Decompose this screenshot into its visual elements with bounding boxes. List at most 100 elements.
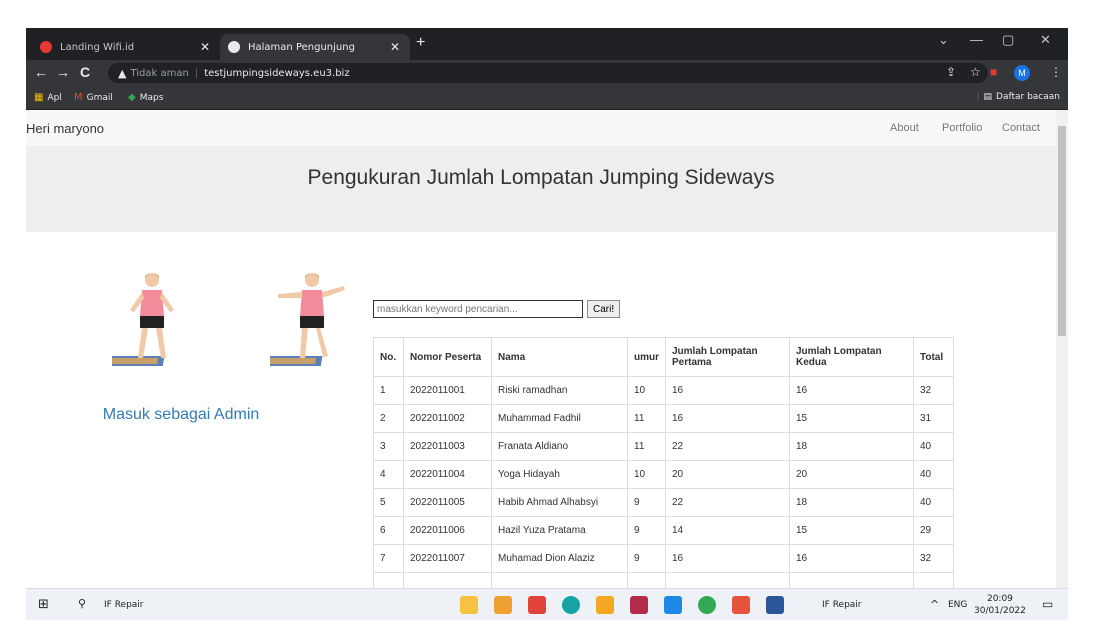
app-icon-maroon[interactable] — [630, 596, 648, 614]
cell-lompatan-pertama: 16 — [665, 544, 790, 573]
cell-nomor-peserta: 2022011004 — [403, 460, 492, 489]
cell-lompatan-pertama: 22 — [665, 432, 790, 461]
close-icon[interactable]: ✕ — [390, 40, 400, 54]
chevron-up-icon[interactable]: ^ — [930, 598, 939, 611]
admin-login-link[interactable]: Masuk sebagai Admin — [56, 406, 306, 424]
header-no: No. — [373, 337, 404, 377]
cell-total: 40 — [913, 488, 954, 517]
tab-title: Landing Wifi.id — [60, 41, 135, 53]
share-icon[interactable]: ⇪ — [946, 65, 956, 79]
cell-umur: 10 — [627, 460, 666, 489]
scrollbar-thumb[interactable] — [1058, 126, 1066, 336]
cell-nomor-peserta: 2022011005 — [403, 488, 492, 517]
cell-lompatan-kedua: 18 — [789, 432, 914, 461]
cell-nomor-peserta: 2022011006 — [403, 516, 492, 545]
browser-tab-bar: Landing Wifi.id ✕ Halaman Pengunjung ✕ +… — [26, 28, 1068, 60]
cell-lompatan-kedua: 16 — [789, 376, 914, 405]
cell-umur: 9 — [627, 488, 666, 517]
bookmark-label: Apl — [47, 92, 62, 103]
security-label: Tidak aman — [130, 67, 189, 79]
window-close-button[interactable]: ✕ — [1040, 32, 1051, 48]
cell-total: 32 — [913, 544, 954, 573]
cell-no: 6 — [373, 516, 404, 545]
app-icon-blue[interactable] — [664, 596, 682, 614]
site-brand[interactable]: Heri maryono — [26, 121, 104, 136]
header-lompatan-kedua: Jumlah Lompatan Kedua — [789, 337, 914, 377]
extension-icon[interactable]: ■ — [990, 65, 997, 79]
clock[interactable]: 20:09 30/01/2022 — [974, 593, 1026, 617]
table-row: 7 2022011007 Muhamad Dion Alaziz 9 16 16… — [373, 544, 954, 573]
cell-lompatan-pertama: 14 — [665, 516, 790, 545]
bookmark-apl[interactable]: ▦ Apl — [34, 92, 62, 103]
table-row: 3 2022011003 Franata Aldiano 11 22 18 40 — [373, 432, 954, 461]
notification-icon[interactable]: ▭ — [1042, 597, 1053, 611]
header-nomor-peserta: Nomor Peserta — [403, 337, 492, 377]
chrome-icon[interactable] — [698, 596, 716, 614]
arduino-icon[interactable] — [562, 596, 580, 614]
minimize-button[interactable]: — — [970, 32, 983, 47]
bookmark-star-icon[interactable]: ☆ — [970, 65, 981, 79]
new-tab-button[interactable]: + — [416, 34, 425, 52]
jumbotron: Pengukuran Jumlah Lompatan Jumping Sidew… — [26, 146, 1056, 232]
cell-nomor-peserta: 2022011001 — [403, 376, 492, 405]
nav-portfolio[interactable]: Portfolio — [942, 122, 982, 134]
cell-umur: 10 — [627, 376, 666, 405]
app-icon-red[interactable] — [528, 596, 546, 614]
back-button[interactable]: ← — [34, 64, 48, 80]
page-title: Pengukuran Jumlah Lompatan Jumping Sidew… — [307, 166, 775, 189]
nav-contact[interactable]: Contact — [1002, 122, 1040, 134]
maps-icon: ◆ — [128, 92, 136, 103]
cell-lompatan-kedua: 15 — [789, 404, 914, 433]
maximize-button[interactable]: ▢ — [1002, 32, 1014, 48]
taskbar-search-text[interactable]: IF Repair — [104, 600, 144, 610]
nav-about[interactable]: About — [890, 122, 919, 134]
profile-avatar[interactable]: M — [1014, 65, 1030, 81]
header-umur: umur — [627, 337, 666, 377]
tab-halaman-pengunjung[interactable]: Halaman Pengunjung ✕ — [220, 34, 410, 60]
bookmark-gmail[interactable]: M Gmail — [74, 92, 113, 103]
tab-title: Halaman Pengunjung — [248, 41, 355, 53]
cell-no: 5 — [373, 488, 404, 517]
sublime-text-icon[interactable] — [596, 596, 614, 614]
app-icon-orange[interactable] — [494, 596, 512, 614]
table-header-row: No. Nomor Peserta Nama umur Jumlah Lompa… — [373, 337, 954, 377]
cell-total: 29 — [913, 516, 954, 545]
header-lompatan-pertama: Jumlah Lompatan Pertama — [665, 337, 790, 377]
forward-button[interactable]: → — [56, 64, 70, 80]
cell-nama: Muhamad Dion Alaziz — [491, 544, 628, 573]
reading-list-button[interactable]: | ▤ Daftar bacaan — [976, 92, 1060, 102]
cell-umur: 11 — [627, 432, 666, 461]
cell-nama: Franata Aldiano — [491, 432, 628, 461]
menu-kebab-icon[interactable]: ⋮ — [1050, 65, 1062, 79]
cell-total: 40 — [913, 432, 954, 461]
cell-nama: Riski ramadhan — [491, 376, 628, 405]
bookmarks-bar: ▦ Apl M Gmail ◆ Maps | ▤ Daftar bacaan — [26, 86, 1068, 110]
clock-time: 20:09 — [986, 594, 1013, 604]
search-input[interactable] — [373, 300, 583, 318]
taskbar-active-app-text[interactable]: IF Repair — [822, 600, 862, 610]
cell-nama: Yoga Hidayah — [491, 460, 628, 489]
page-scrollbar[interactable] — [1056, 110, 1068, 588]
search-button[interactable]: Cari! — [587, 300, 621, 318]
close-icon[interactable]: ✕ — [200, 40, 210, 54]
cell-nama: Hazil Yuza Pratama — [491, 516, 628, 545]
language-indicator[interactable]: ENG — [948, 600, 967, 610]
windows-start-icon[interactable]: ⊞ — [38, 597, 49, 612]
word-icon[interactable] — [766, 596, 784, 614]
reload-button[interactable]: C — [80, 64, 90, 80]
cell-lompatan-pertama: 16 — [665, 376, 790, 405]
url-text: testjumpingsideways.eu3.biz — [204, 67, 350, 79]
tab-landing-wifi[interactable]: Landing Wifi.id ✕ — [32, 34, 220, 60]
app-icon-coral[interactable] — [732, 596, 750, 614]
url-bar[interactable]: ▲ Tidak aman | testjumpingsideways.eu3.b… — [108, 63, 988, 83]
jumper-image-right — [270, 273, 345, 366]
cell-lompatan-pertama: 20 — [665, 460, 790, 489]
table-row: 2 2022011002 Muhammad Fadhil 11 16 15 31 — [373, 404, 954, 433]
tab-search-icon[interactable]: ⌄ — [938, 32, 949, 48]
wifi-favicon-icon — [40, 41, 52, 53]
bookmark-maps[interactable]: ◆ Maps — [128, 92, 163, 103]
search-icon[interactable]: ⚲ — [78, 597, 86, 610]
warning-icon: ▲ — [118, 66, 127, 80]
file-explorer-icon[interactable] — [460, 596, 478, 614]
cell-nama: Habib Ahmad Alhabsyi — [491, 488, 628, 517]
